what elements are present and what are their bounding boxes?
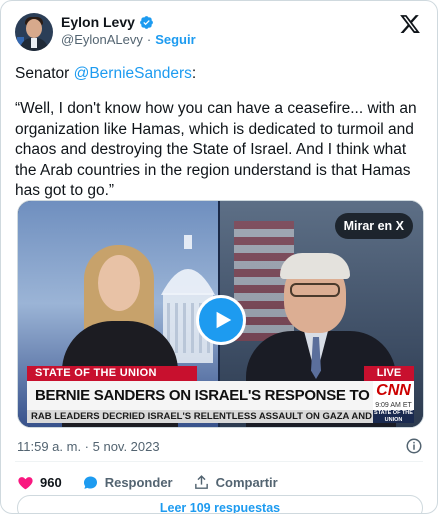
video-player[interactable]: Mirar en X STATE OF THE UNION LIVE BERNI… [17,200,424,428]
like-button[interactable]: 960 [17,474,62,491]
author-avatar[interactable] [15,13,53,51]
divider [15,461,423,462]
play-icon [216,311,232,329]
read-replies-button[interactable]: Leer 109 respuestas [17,495,423,513]
mention-link[interactable]: @BernieSanders [74,65,192,82]
author-name[interactable]: Eylon Levy [61,14,135,30]
play-button[interactable] [196,295,246,345]
share-label: Compartir [215,474,278,490]
intro-colon: : [191,65,197,82]
tweet-quote: “Well, I don't know how you can have a c… [15,100,417,199]
broadcast-clock: 9:09 AM ET [373,401,414,410]
reply-icon [83,475,97,489]
intro-text: Senator [15,65,74,82]
program-logo: STATE OF THE UNION [373,410,414,423]
heart-icon [18,476,33,489]
x-logo-icon[interactable] [399,13,421,35]
like-count: 960 [40,474,62,490]
share-button[interactable]: Compartir [193,474,278,491]
guest-glasses [290,283,340,297]
follow-button[interactable]: Seguir [155,32,195,47]
author-handle-row: @EylonALevy · Seguir [61,32,196,47]
verified-badge-icon [140,15,153,29]
chyron-headline: BERNIE SANDERS ON ISRAEL'S RESPONSE TO H… [27,381,373,410]
author-handle[interactable]: @EylonALevy [61,32,143,47]
tweet-card: Eylon Levy @EylonALevy · Seguir Senator … [0,0,438,514]
tweet-timestamp[interactable]: 11:59 a. m. · 5 nov. 2023 [17,439,160,454]
network-logo: CNN [373,381,414,401]
tweet-intro: Senator @BernieSanders: [15,64,427,84]
info-icon[interactable] [405,437,423,455]
guest-hair [280,253,350,279]
dot-separator: · [146,32,152,47]
live-tag: LIVE [364,366,414,381]
reply-button[interactable]: Responder [82,474,173,491]
reply-label: Responder [104,474,173,490]
share-icon [194,474,208,489]
tweet-header: Eylon Levy @EylonALevy · Seguir [15,11,423,51]
watch-on-x-button[interactable]: Mirar en X [334,213,413,239]
host-face [98,255,140,311]
program-tag: STATE OF THE UNION [27,366,197,381]
author-name-row: Eylon Levy [61,14,154,30]
news-ticker: RAB LEADERS DECRIED ISRAEL'S RELENTLESS … [27,410,373,423]
action-bar: 960 Responder Compartir [17,471,298,493]
